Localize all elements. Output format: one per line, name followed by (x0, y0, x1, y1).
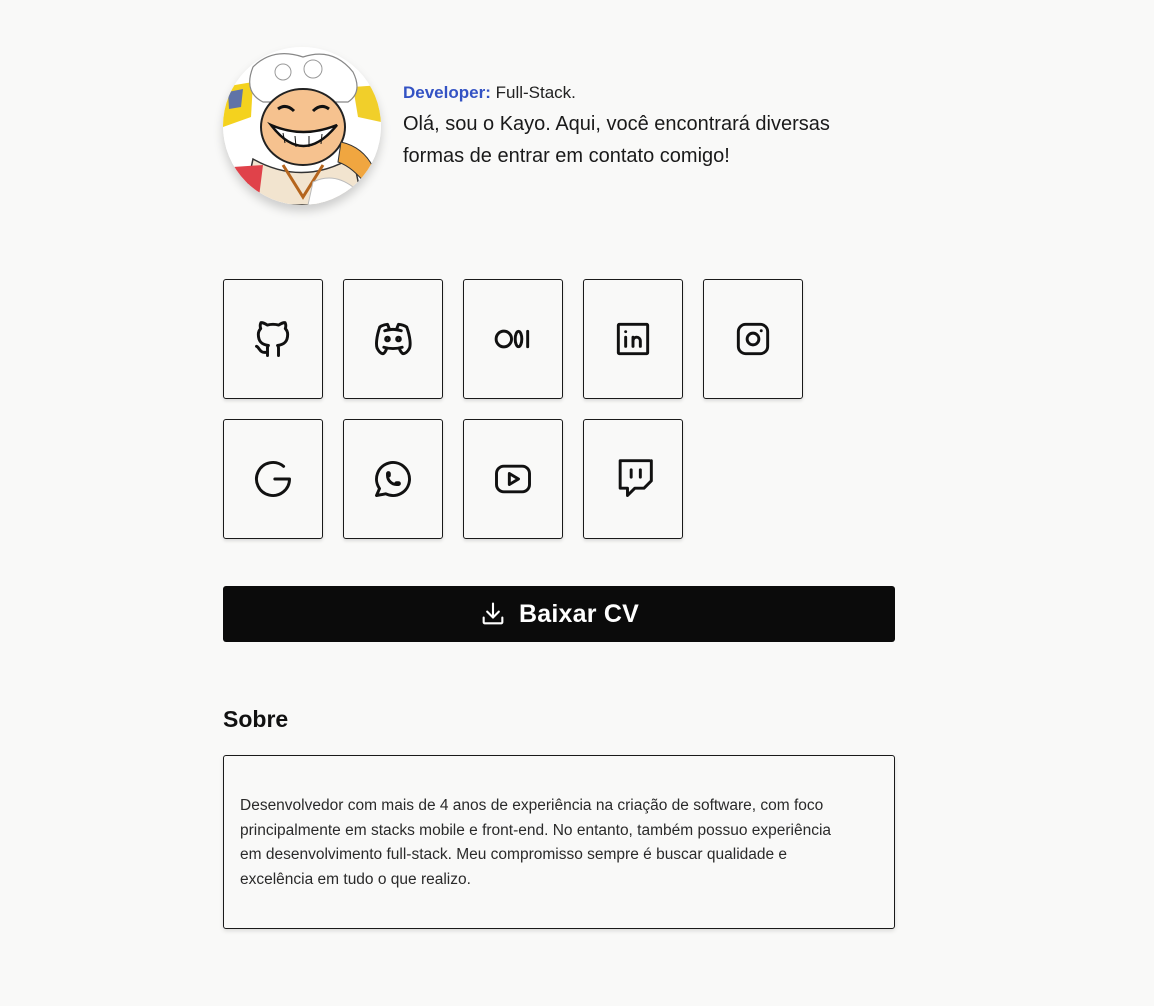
greeting-text: Olá, sou o Kayo. Aqui, você encontrará d… (403, 113, 830, 167)
role-value: Full-Stack. (495, 83, 576, 102)
google-button[interactable] (223, 419, 323, 539)
github-button[interactable] (223, 279, 323, 399)
about-title: Sobre (223, 706, 289, 732)
social-links (223, 279, 823, 559)
download-cv-label: Baixar CV (519, 599, 639, 628)
linkedin-button[interactable] (583, 279, 683, 399)
avatar-illustration (223, 47, 381, 205)
role-line: Developer: Full-Stack. (403, 82, 883, 104)
role-label: Developer: (403, 83, 491, 102)
about-card: Desenvolvedor com mais de 4 anos de expe… (223, 755, 895, 929)
intro: Developer: Full-Stack. Olá, sou o Kayo. … (403, 82, 883, 172)
linkedin-icon (616, 322, 650, 356)
avatar (223, 47, 381, 205)
discord-icon (375, 322, 412, 356)
instagram-button[interactable] (703, 279, 803, 399)
download-icon (482, 602, 504, 625)
twitch-button[interactable] (583, 419, 683, 539)
google-icon (255, 461, 291, 497)
github-icon (255, 321, 290, 357)
instagram-icon (736, 322, 770, 356)
download-cv-button[interactable]: Baixar CV (223, 586, 895, 642)
page: Developer: Full-Stack. Olá, sou o Kayo. … (0, 0, 1154, 1006)
whatsapp-button[interactable] (343, 419, 443, 539)
social-row (223, 419, 823, 539)
youtube-button[interactable] (463, 419, 563, 539)
about-text: Desenvolvedor com mais de 4 anos de expe… (240, 797, 832, 888)
discord-button[interactable] (343, 279, 443, 399)
profile-header: Developer: Full-Stack. Olá, sou o Kayo. … (223, 47, 883, 205)
medium-icon (494, 329, 530, 349)
medium-button[interactable] (463, 279, 563, 399)
whatsapp-icon (375, 461, 411, 497)
twitch-icon (618, 459, 653, 497)
youtube-icon (495, 464, 531, 494)
social-row (223, 279, 823, 399)
